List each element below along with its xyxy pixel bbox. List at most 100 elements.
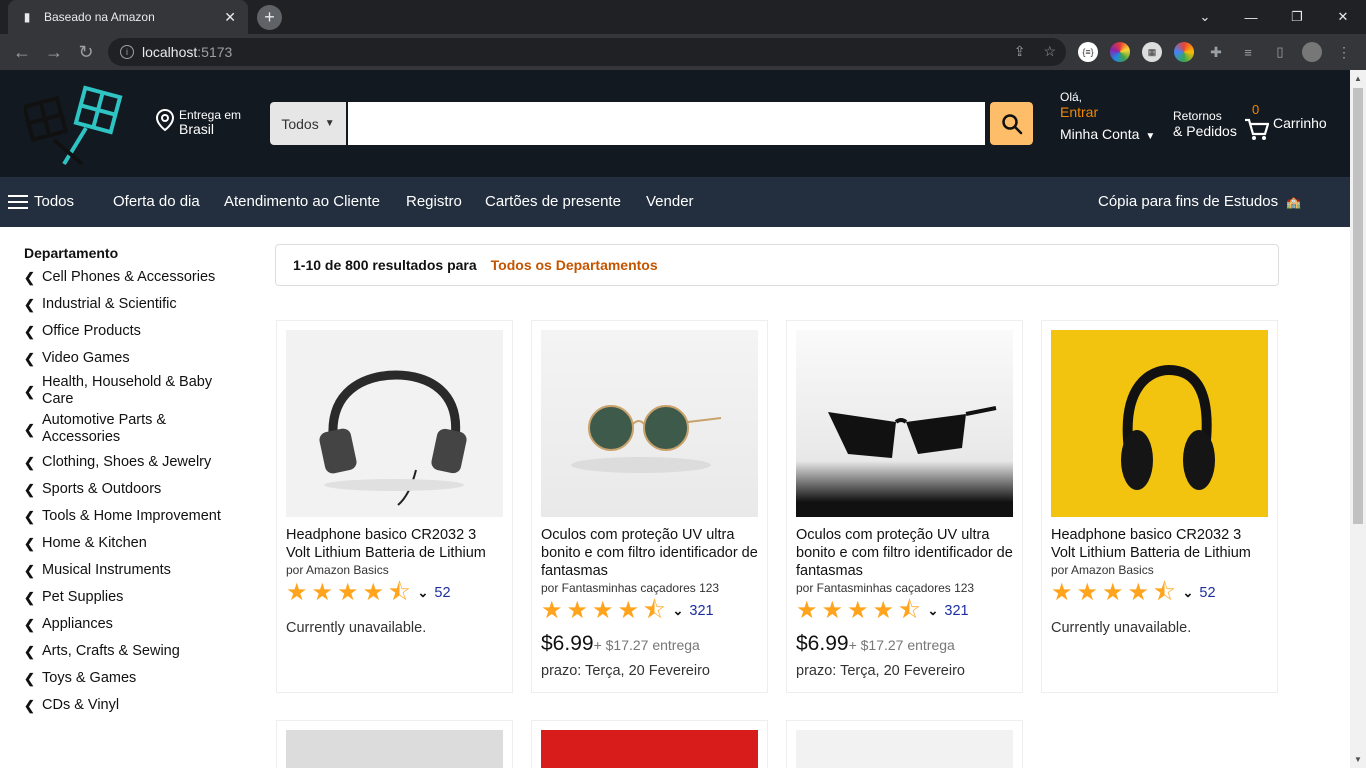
product-card[interactable]: Oculos com proteção UV ultra bonito e co… [531,320,768,693]
profile-avatar[interactable] [1302,42,1322,62]
dept-label: Cell Phones & Accessories [42,269,216,285]
dept-label: Pet Supplies [42,589,124,605]
product-image-sunglasses-square[interactable] [796,330,1013,517]
chevron-down-icon[interactable]: ⌄ [928,602,939,620]
chevron-down-icon[interactable]: ⌄ [418,584,429,602]
review-count[interactable]: 52 [1199,584,1215,602]
dept-item[interactable]: ❮ Toys & Games [24,665,239,692]
dept-item[interactable]: ❮ Sports & Outdoors [24,476,239,503]
dept-label: Video Games [42,350,130,366]
page-scrollbar[interactable]: ▲ ▼ [1350,70,1366,768]
scrollbar-thumb[interactable] [1353,88,1363,524]
color-picker-extension-icon[interactable] [1110,42,1130,62]
grid-extension-icon[interactable]: ▦ [1142,42,1162,62]
nav-gift-cards[interactable]: Cartões de presente [485,193,621,210]
product-brand: por Amazon Basics [1051,563,1154,577]
product-image-headphone[interactable] [286,330,503,517]
rating-stars[interactable]: ★ ★ ★ ★ ⯪ ⌄ 52 [1051,580,1269,606]
nav-sell[interactable]: Vender [646,193,694,210]
account-menu[interactable]: Olá, Entrar Minha Conta ▼ [1060,90,1155,144]
rating-stars[interactable]: ★ ★ ★ ★ ⯪ ⌄ 321 [541,598,759,624]
product-title[interactable]: Oculos com proteção UV ultra bonito e co… [541,526,759,580]
dept-item[interactable]: ❮ Clothing, Shoes & Jewelry [24,448,239,476]
product-title[interactable]: Headphone basico CR2032 3 Volt Lithium B… [1051,526,1269,562]
dept-item[interactable]: ❮ Office Products [24,318,239,345]
chevron-down-icon[interactable]: ⌄ [1183,584,1194,602]
product-image-sunglasses-round[interactable] [541,330,758,517]
restore-button[interactable]: ❐ [1274,0,1320,34]
browser-menu-icon[interactable]: ⋮ [1334,42,1354,62]
search-button[interactable] [990,102,1033,145]
dept-item[interactable]: ❮ CDs & Vinyl [24,692,239,719]
media-control-icon[interactable]: ≡ [1238,42,1258,62]
dept-label: Sports & Outdoors [42,481,162,497]
rating-stars[interactable]: ★ ★ ★ ★ ⯪ ⌄ 321 [796,598,1014,624]
product-card[interactable]: Oculos com proteção UV ultra bonito e co… [786,320,1023,693]
product-image[interactable] [286,730,503,768]
chevron-down-icon[interactable]: ⌄ [673,602,684,620]
tab-search-icon[interactable]: ⌄ [1182,0,1228,34]
chrome-extension-icon[interactable] [1174,42,1194,62]
scroll-down-icon[interactable]: ▼ [1354,755,1362,764]
dept-item[interactable]: ❮ Home & Kitchen [24,530,239,557]
new-tab-button[interactable]: + [257,5,282,30]
product-title[interactable]: Headphone basico CR2032 3 Volt Lithium B… [286,526,504,562]
dept-item[interactable]: ❮ Video Games [24,345,239,372]
side-panel-icon[interactable]: ▯ [1270,42,1290,62]
nav-registry[interactable]: Registro [406,193,462,210]
chevron-left-icon: ❮ [24,617,35,632]
review-count[interactable]: 52 [434,584,450,602]
star-half-icon: ⯪ [388,579,411,606]
share-icon[interactable]: ⇪ [1014,43,1026,60]
dept-item[interactable]: ❮ Arts, Crafts & Sewing [24,638,239,665]
browser-toolbar: ← → ↻ i localhost:5173 ⇪ ☆ {≡} ▦ ✚ ≡ ▯ ⋮ [0,34,1366,70]
browser-tab[interactable]: ▮ Baseado na Amazon ✕ [8,0,248,34]
forward-arrow-icon[interactable]: → [42,40,66,64]
sign-in-link[interactable]: Entrar [1060,105,1155,120]
dept-item[interactable]: ❮ Tools & Home Improvement [24,503,239,530]
dept-label: Industrial & Scientific [42,296,177,312]
product-image[interactable] [541,730,758,768]
dept-item[interactable]: ❮ Appliances [24,611,239,638]
nav-deals[interactable]: Oferta do dia [113,193,200,210]
product-card[interactable]: Headphone basico CR2032 3 Volt Lithium B… [1041,320,1278,693]
product-card[interactable]: Headphone basico CR2032 3 Volt Lithium B… [276,320,513,693]
dept-item[interactable]: ❮ Health, Household & Baby Care [24,372,239,410]
star-full-icon: ★ [566,597,589,624]
close-window-button[interactable]: ✕ [1320,0,1366,34]
address-bar[interactable]: i localhost:5173 ⇪ ☆ [108,38,1066,66]
review-count[interactable]: 321 [944,602,968,620]
site-logo[interactable] [24,80,124,166]
product-image-headphone-yellow[interactable] [1051,330,1268,517]
all-menu-button[interactable]: Todos [8,193,74,210]
review-count[interactable]: 321 [689,602,713,620]
product-image[interactable] [796,730,1013,768]
dept-item[interactable]: ❮ Musical Instruments [24,557,239,584]
scroll-up-icon[interactable]: ▲ [1354,74,1362,83]
dept-item[interactable]: ❮ Automotive Parts & Accessories [24,410,239,448]
extensions-puzzle-icon[interactable]: ✚ [1206,42,1226,62]
back-arrow-icon[interactable]: ← [10,40,34,64]
site-info-icon[interactable]: i [120,45,134,59]
minimize-button[interactable]: — [1228,0,1274,34]
delivery-location[interactable]: Entrega em Brasil [155,108,241,136]
rating-stars[interactable]: ★ ★ ★ ★ ⯪ ⌄ 52 [286,580,504,606]
dept-item[interactable]: ❮ Pet Supplies [24,584,239,611]
product-card[interactable] [786,720,1023,768]
nav-customer-service[interactable]: Atendimento ao Cliente [224,193,380,210]
reload-icon[interactable]: ↻ [74,40,98,64]
bookmark-star-icon[interactable]: ☆ [1043,43,1056,60]
returns-orders-link[interactable]: Retornos & Pedidos [1173,109,1237,139]
star-full-icon: ★ [286,579,308,606]
product-card[interactable] [531,720,768,768]
tab-close-icon[interactable]: ✕ [224,9,236,26]
dept-item[interactable]: ❮ Cell Phones & Accessories [24,264,239,291]
cart-button[interactable]: 0 Carrinho [1243,102,1327,142]
dept-item[interactable]: ❮ Industrial & Scientific [24,291,239,318]
product-card[interactable] [276,720,513,768]
search-input[interactable] [348,102,985,145]
product-title[interactable]: Oculos com proteção UV ultra bonito e co… [796,526,1014,580]
json-extension-icon[interactable]: {≡} [1078,42,1098,62]
chevron-left-icon: ❮ [24,563,35,578]
search-category-select[interactable]: Todos ▼ [270,102,348,145]
